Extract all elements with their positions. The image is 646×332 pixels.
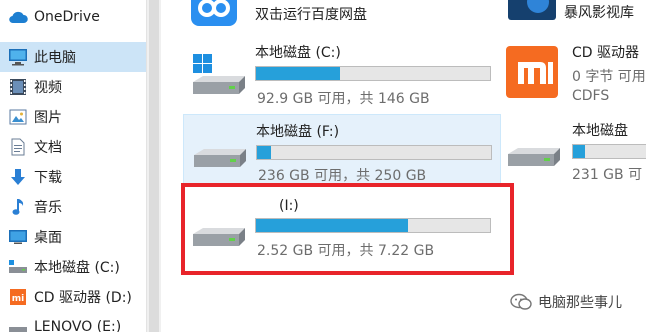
sidebar-item-label: 文档 [34,140,62,156]
computer-icon [8,47,28,67]
sidebar-item-label: LENOVO (E:) [34,319,122,332]
drive-icon [192,133,248,177]
sidebar-item-documents[interactable]: 文档 [0,132,146,162]
sidebar-item-this-pc[interactable]: 此电脑 [0,42,146,72]
drive-name: 本地磁盘 (C:) [255,45,341,61]
sidebar-item-label: CD 驱动器 (D:) [34,290,132,306]
sidebar-item-label: 视频 [34,80,62,96]
sidebar-item-pictures[interactable]: 图片 [0,102,146,132]
drive-tile-c[interactable]: 本地磁盘 (C:) 92.9 GB 可用，共 146 GB [183,38,501,108]
drive-capacity-text: 92.9 GB 可用，共 146 GB [257,91,430,107]
navigation-pane: OneDrive 此电脑 视频 图片 文档 下载 音乐 桌面 本地磁盘 (C:)… [0,0,146,332]
sidebar-item-label: 此电脑 [34,50,76,66]
sidebar-item-music[interactable]: 音乐 [0,192,146,222]
drive-free-text: 0 字节 可用 [572,69,646,85]
sidebar-item-label: OneDrive [34,9,100,25]
cd-drive-icon: mi [8,287,28,307]
watermark: 电脑那些事儿 [510,292,622,312]
drive-capacity-text: 236 GB 可用，共 250 GB [258,168,427,184]
drive-filesystem: CDFS [572,88,610,104]
baidu-netdisk-icon [191,0,237,30]
picture-icon [8,107,28,127]
scrollbar-thumb[interactable] [149,0,159,332]
sidebar-item-label: 本地磁盘 (C:) [34,260,120,276]
baofeng-shortcut[interactable]: 暴风影视库 [506,0,646,26]
sidebar-item-onedrive[interactable]: OneDrive [0,2,146,32]
highlight-box [181,183,514,275]
drive-icon [506,132,562,176]
sidebar-item-label: 图片 [34,110,62,126]
xiaomi-icon [506,46,558,102]
drive-capacity-text: 231 GB 可 [572,167,643,183]
drive-tile-f[interactable]: 本地磁盘 (F:) 236 GB 可用，共 250 GB [183,114,501,184]
sidebar-item-desktop[interactable]: 桌面 [0,222,146,252]
drive-icon [8,257,28,277]
sidebar-item-videos[interactable]: 视频 [0,72,146,102]
capacity-bar [256,145,492,160]
wechat-icon [510,293,532,311]
sidebar-item-label: 桌面 [34,230,62,246]
capacity-fill [256,67,341,80]
drive-name: 本地磁盘 (F:) [256,124,340,140]
sidebar-item-drive-e[interactable]: LENOVO (E:) [0,312,146,332]
drives-view: 双击运行百度网盘 暴风影视库 本地磁盘 (C:) 92.9 GB 可用，共 14… [161,0,646,332]
app-label: 双击运行百度网盘 [255,7,367,23]
download-icon [8,167,28,187]
baofeng-icon [508,0,556,28]
capacity-fill [573,145,585,158]
baidu-netdisk-shortcut[interactable]: 双击运行百度网盘 [181,0,481,26]
drive-tile-partial[interactable]: 本地磁盘 231 GB 可 [506,114,646,184]
desktop-icon [8,227,28,247]
sidebar-item-label: 下载 [34,170,62,186]
video-icon [8,77,28,97]
sidebar-item-drive-c[interactable]: 本地磁盘 (C:) [0,252,146,282]
windows-drive-icon [191,52,247,102]
capacity-bar [255,66,491,81]
svg-text:mi: mi [12,294,24,304]
cloud-icon [8,7,28,27]
watermark-text: 电脑那些事儿 [538,295,622,311]
sidebar-item-label: 音乐 [34,200,62,216]
sidebar-scrollbar[interactable] [146,0,161,332]
drive-name: CD 驱动器 [572,45,640,61]
drive-icon [8,317,28,332]
drive-tile-cd[interactable]: CD 驱动器 0 字节 可用 CDFS [506,38,646,108]
sidebar-item-cd-drive[interactable]: mi CD 驱动器 (D:) [0,282,146,312]
sidebar-item-downloads[interactable]: 下载 [0,162,146,192]
music-icon [8,197,28,217]
drive-name: 本地磁盘 [572,123,628,139]
capacity-fill [257,146,272,159]
app-label: 暴风影视库 [564,5,634,21]
document-icon [8,137,28,157]
capacity-bar [572,144,646,159]
